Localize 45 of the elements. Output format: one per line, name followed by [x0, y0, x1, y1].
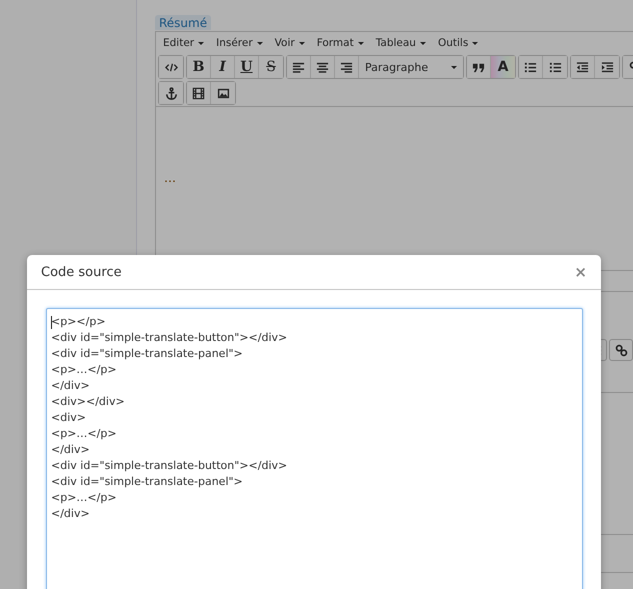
- toolbar-button[interactable]: [159, 56, 183, 78]
- field-label: Résumé: [155, 15, 212, 30]
- toolbar-button[interactable]: [187, 82, 211, 104]
- code-line: </div>: [51, 378, 91, 394]
- caret-icon: [198, 42, 204, 44]
- code-line: <div id="simple-translate-panel">: [51, 346, 244, 362]
- menu-item[interactable]: Outils: [432, 35, 484, 51]
- format-button[interactable]: A: [491, 56, 515, 78]
- code-line: <p>…</p>: [51, 426, 118, 442]
- bullet-list-icon: [524, 60, 537, 74]
- caret-icon: [298, 42, 305, 44]
- toolbar-button[interactable]: [159, 82, 183, 104]
- code-line: <div id="simple-translate-button"></div>: [51, 330, 288, 346]
- code-line: </div>: [51, 506, 91, 522]
- anchor-icon: [164, 86, 178, 100]
- code-line: <p>…</p>: [51, 490, 118, 506]
- format-button[interactable]: B: [187, 56, 211, 78]
- film-icon: [192, 86, 205, 100]
- code-line: <div id="simple-translate-panel">: [51, 474, 244, 490]
- code-line: <div></div>: [51, 394, 126, 410]
- code-line: <div>: [51, 410, 87, 426]
- editor-text: …: [164, 171, 176, 185]
- caret-icon: [256, 42, 263, 44]
- code-line: <p>…</p>: [51, 362, 118, 378]
- toolbar-button[interactable]: [571, 56, 595, 78]
- menu-item[interactable]: Voir: [270, 35, 310, 51]
- indent-icon: [600, 60, 614, 74]
- caret-icon: [420, 42, 426, 44]
- dialog-title: Code source: [41, 264, 122, 280]
- image-icon: [216, 86, 230, 100]
- toolbar-button[interactable]: [519, 56, 543, 78]
- caret-icon: [358, 42, 364, 44]
- menu-item[interactable]: Tableau: [370, 35, 431, 51]
- menu-item[interactable]: Insérer: [211, 35, 268, 51]
- toolbar-button[interactable]: [609, 339, 633, 361]
- code-icon: [164, 60, 178, 74]
- outdent-icon: [576, 60, 589, 74]
- caret-icon: [472, 42, 478, 44]
- toolbar-button[interactable]: [467, 56, 491, 78]
- close-button[interactable]: ×: [572, 263, 589, 281]
- code-line: </div>: [51, 442, 91, 458]
- menu-item[interactable]: Editer: [158, 35, 210, 51]
- code-line: <p></p>: [51, 314, 107, 330]
- menu-item[interactable]: Format: [312, 35, 369, 51]
- code-line: <div id="simple-translate-button"></div>: [51, 458, 288, 474]
